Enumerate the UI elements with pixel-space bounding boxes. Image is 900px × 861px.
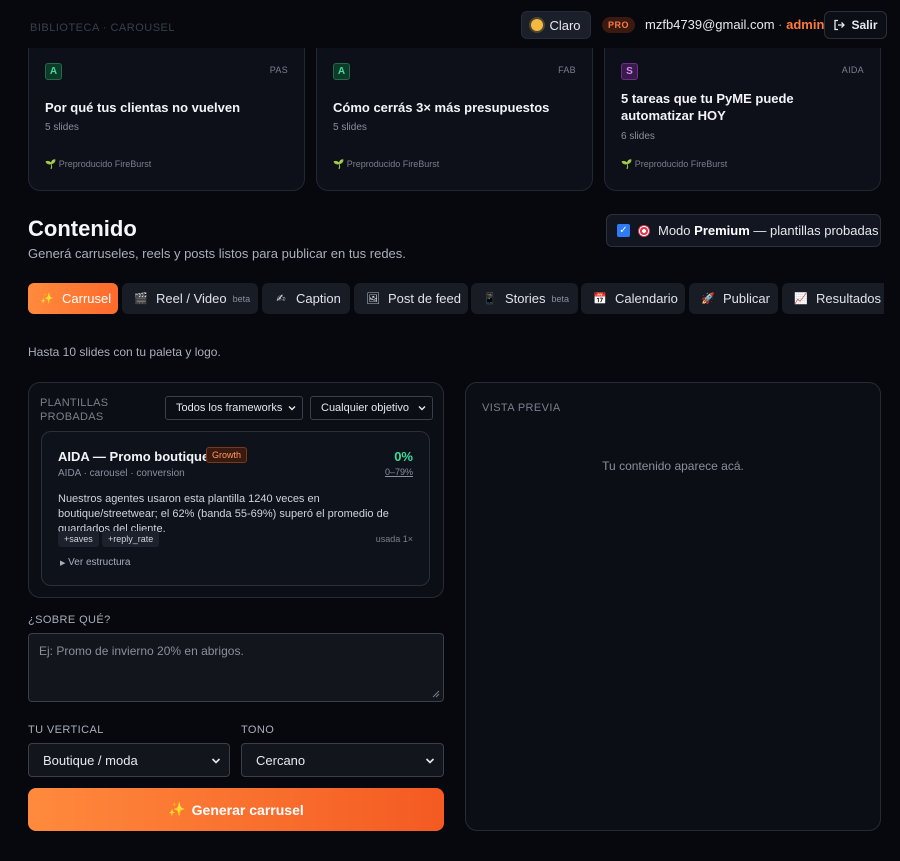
rocket-icon: 🚀 xyxy=(701,293,715,305)
tab-resultados[interactable]: 📈 Resultados xyxy=(782,283,884,314)
sparkles-icon: ✨ xyxy=(168,801,186,817)
preview-label: VISTA PREVIA xyxy=(482,402,561,414)
logout-button[interactable]: Salir xyxy=(824,11,887,39)
card-badge: A xyxy=(45,63,62,80)
generate-carousel-button[interactable]: ✨ Generar carrusel xyxy=(28,788,444,831)
metric-tag: +saves xyxy=(58,531,99,547)
tone-label: TONO xyxy=(241,724,275,736)
card-title: Cómo cerrás 3× más presupuestos xyxy=(333,100,550,115)
preview-panel: VISTA PREVIA Tu contenido aparece acá. xyxy=(465,382,881,831)
success-band: 0–79% xyxy=(384,467,413,477)
templates-label: PLANTILLAS PROBADAS xyxy=(40,397,109,423)
templates-panel: PLANTILLAS PROBADAS Todos los frameworks… xyxy=(28,382,444,598)
tab-post-de-feed[interactable]: 🖼 Post de feed xyxy=(354,283,468,314)
chevron-down-icon xyxy=(211,758,221,764)
vertical-label: TU VERTICAL xyxy=(28,724,104,736)
theme-label: Claro xyxy=(549,17,581,33)
success-percent: 0% xyxy=(394,449,413,464)
tab-calendario[interactable]: 📅 Calendario xyxy=(581,283,685,314)
phone-icon: 📱 xyxy=(483,293,497,305)
sun-icon xyxy=(531,19,544,31)
vertical-select[interactable]: Boutique / moda xyxy=(28,743,230,777)
library-card[interactable]: A FAB Cómo cerrás 3× más presupuestos 5 … xyxy=(316,48,593,191)
tab-stories[interactable]: 📱 Stories beta xyxy=(471,283,578,314)
chevron-down-icon xyxy=(288,406,296,411)
card-title: 5 tareas que tu PyME puede automatizar H… xyxy=(621,91,794,123)
resize-grip-icon[interactable] xyxy=(432,690,440,698)
top-bar: BIBLIOTECA · CAROUSEL Claro PRO mzfb4739… xyxy=(0,0,900,48)
slides-hint: Hasta 10 slides con tu paleta y logo. xyxy=(28,345,221,359)
breadcrumb: BIBLIOTECA · CAROUSEL xyxy=(30,22,175,34)
tab-reel-video[interactable]: 🎬 Reel / Video beta xyxy=(122,283,258,314)
film-icon: 🎬 xyxy=(134,293,148,305)
view-structure-toggle[interactable]: ▶ Ver estructura xyxy=(60,557,130,568)
chevron-down-icon xyxy=(418,406,426,411)
card-framework: AIDA xyxy=(841,65,864,75)
user-role: admin xyxy=(786,17,825,32)
library-card[interactable]: S AIDA 5 tareas que tu PyME puede automa… xyxy=(604,48,881,191)
card-title: Por qué tus clientas no vuelven xyxy=(45,100,241,115)
tab-caption[interactable]: ✍ Caption xyxy=(262,283,350,314)
premium-label: Modo Premium — plantillas probadas xyxy=(658,223,879,238)
tone-select[interactable]: Cercano xyxy=(241,743,444,777)
template-name: AIDA — Promo boutique xyxy=(58,449,210,464)
objective-filter-select[interactable]: Cualquier objetivo xyxy=(310,396,433,420)
card-badge: A xyxy=(333,63,350,80)
carousel-icon: ✨ xyxy=(40,293,54,305)
pro-badge: PRO xyxy=(602,17,636,33)
framework-filter-select[interactable]: Todos los frameworks xyxy=(165,396,303,420)
triangle-right-icon: ▶ xyxy=(60,560,66,567)
page-title: Contenido xyxy=(28,216,137,241)
chart-icon: 📈 xyxy=(794,293,808,305)
topic-label: ¿SOBRE QUÉ? xyxy=(28,614,111,626)
card-slides: 5 slides xyxy=(333,122,367,133)
picture-icon: 🖼 xyxy=(366,293,380,305)
card-slides: 5 slides xyxy=(45,122,79,133)
tab-carrusel[interactable]: ✨ Carrusel xyxy=(28,283,118,314)
template-card[interactable]: AIDA — Promo boutique Growth AIDA · caro… xyxy=(41,431,430,586)
theme-toggle-button[interactable]: Claro xyxy=(521,11,591,39)
premium-checkbox[interactable]: ✓ xyxy=(617,224,630,237)
logout-icon xyxy=(834,19,846,31)
metric-tag: +reply_rate xyxy=(102,531,160,547)
card-producer: 🌱 Preproducido FireBurst xyxy=(621,159,728,169)
library-card[interactable]: A PAS Por qué tus clientas no vuelven 5 … xyxy=(28,48,305,191)
card-framework: FAB xyxy=(558,65,576,75)
card-producer: 🌱 Preproducido FireBurst xyxy=(333,159,440,169)
card-producer: 🌱 Preproducido FireBurst xyxy=(45,159,152,169)
chevron-down-icon xyxy=(425,758,435,764)
calendar-icon: 📅 xyxy=(593,293,607,305)
template-meta: AIDA · carousel · conversion xyxy=(58,468,185,479)
page-subtitle: Generá carruseles, reels y posts listos … xyxy=(28,246,406,261)
tier-badge: Growth xyxy=(206,447,248,463)
topic-input[interactable]: Ej: Promo de invierno 20% en abrigos. xyxy=(28,633,444,702)
card-slides: 6 slides xyxy=(621,131,655,142)
separator: · xyxy=(778,17,783,32)
user-info: mzfb4739@gmail.com · admin xyxy=(645,17,824,32)
card-badge: S xyxy=(621,63,638,80)
content-tabs: ✨ Carrusel 🎬 Reel / Video beta ✍ Caption… xyxy=(28,283,884,315)
preview-empty-message: Tu contenido aparece acá. xyxy=(602,459,744,473)
card-framework: PAS xyxy=(269,65,288,75)
target-icon xyxy=(638,224,650,237)
logout-label: Salir xyxy=(851,18,878,32)
premium-mode-toggle[interactable]: ✓ Modo Premium — plantillas probadas xyxy=(606,214,881,247)
writing-hand-icon: ✍ xyxy=(276,293,286,305)
tab-publicar[interactable]: 🚀 Publicar xyxy=(689,283,778,314)
usage-count: usada 1× xyxy=(375,534,413,544)
user-email: mzfb4739@gmail.com xyxy=(645,17,775,32)
